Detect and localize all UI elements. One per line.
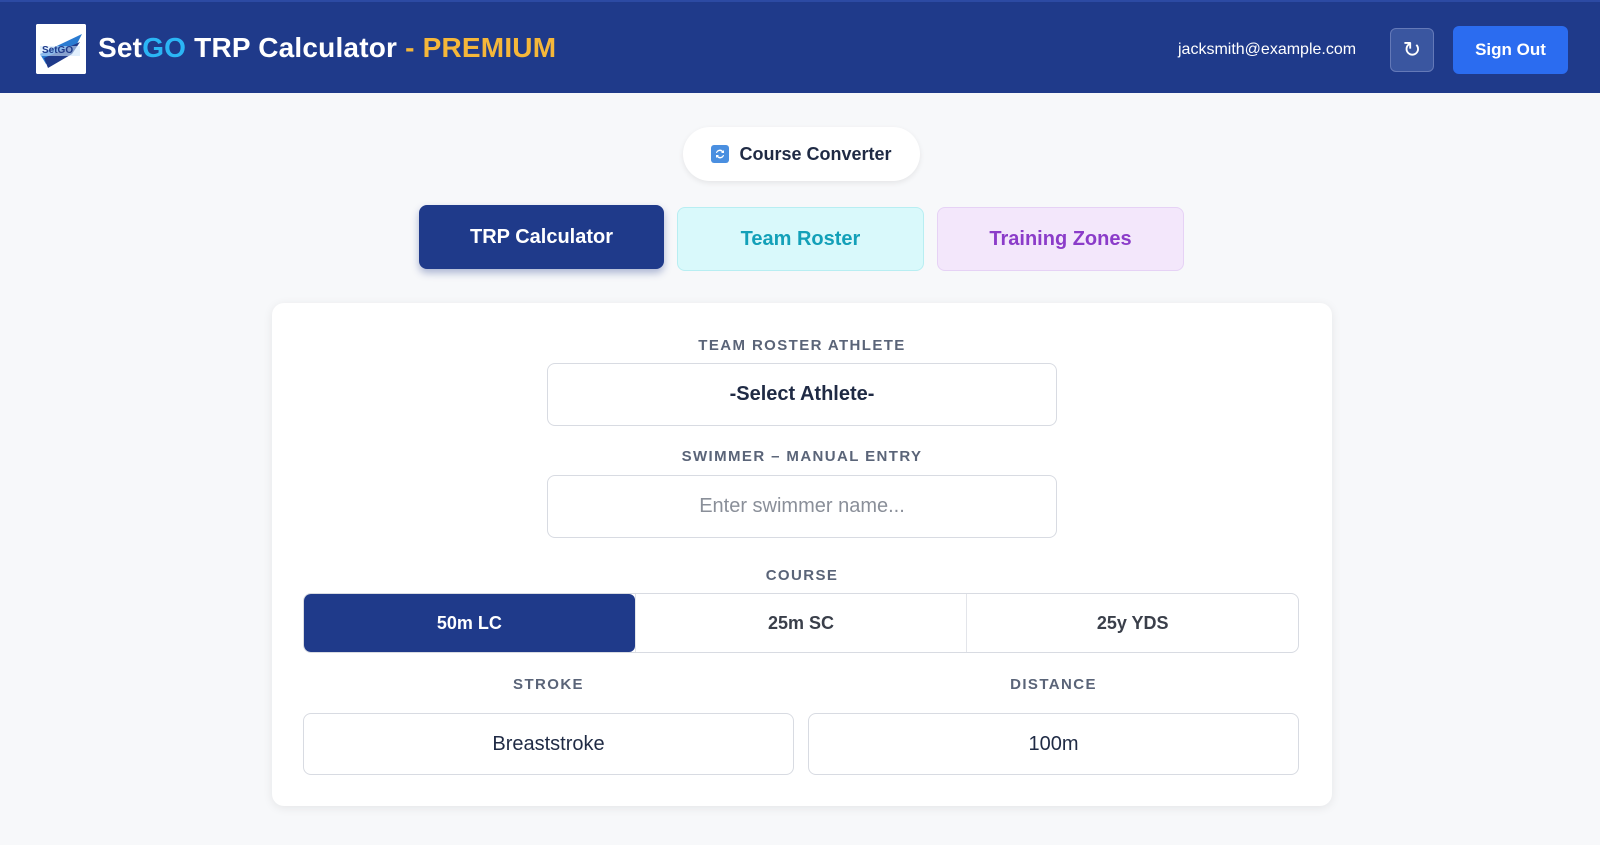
setgo-logo-icon[interactable]: SetGO xyxy=(36,24,86,74)
title-rest: TRP Calculator xyxy=(186,32,398,63)
user-email: jacksmith@example.com xyxy=(1178,41,1357,58)
course-converter-button[interactable]: Course Converter xyxy=(683,127,920,181)
course-option-25m-sc[interactable]: 25m SC xyxy=(634,594,967,652)
refresh-icon: ↻ xyxy=(1402,37,1422,62)
title-premium: - PREMIUM xyxy=(397,32,557,63)
athlete-field-label: TEAM ROSTER ATHLETE xyxy=(698,337,906,354)
stroke-field-label: STROKE xyxy=(513,676,584,693)
swimmer-name-input[interactable] xyxy=(547,475,1057,538)
athlete-select[interactable]: -Select Athlete- xyxy=(547,363,1057,426)
course-option-50m-lc[interactable]: 50m LC xyxy=(304,594,635,652)
tab-trp-calculator[interactable]: TRP Calculator xyxy=(419,205,664,269)
convert-icon xyxy=(711,145,730,163)
title-go: GO xyxy=(142,32,187,63)
course-field-label: COURSE xyxy=(765,567,839,584)
app-title: SetGO TRP Calculator - PREMIUM xyxy=(98,32,556,64)
stroke-select[interactable]: Breaststroke xyxy=(303,713,794,775)
svg-text:SetGO: SetGO xyxy=(42,45,73,56)
course-option-25y-yds[interactable]: 25y YDS xyxy=(966,594,1298,652)
course-segmented-control: 50m LC 25m SC 25y YDS xyxy=(303,593,1299,653)
sign-out-button[interactable]: Sign Out xyxy=(1453,26,1568,74)
title-set: Set xyxy=(98,32,143,63)
distance-select[interactable]: 100m xyxy=(808,713,1299,775)
course-converter-label: Course Converter xyxy=(739,143,892,164)
swimmer-field-label: SWIMMER – MANUAL ENTRY xyxy=(681,448,923,465)
tab-team-roster[interactable]: Team Roster xyxy=(677,207,924,271)
refresh-button[interactable]: ↻ xyxy=(1390,28,1434,72)
calculator-card: TEAM ROSTER ATHLETE -Select Athlete- SWI… xyxy=(272,303,1332,806)
app-header: SetGO SetGO TRP Calculator - PREMIUM jac… xyxy=(0,0,1600,93)
distance-field-label: DISTANCE xyxy=(1010,676,1097,693)
tab-training-zones[interactable]: Training Zones xyxy=(937,207,1184,271)
